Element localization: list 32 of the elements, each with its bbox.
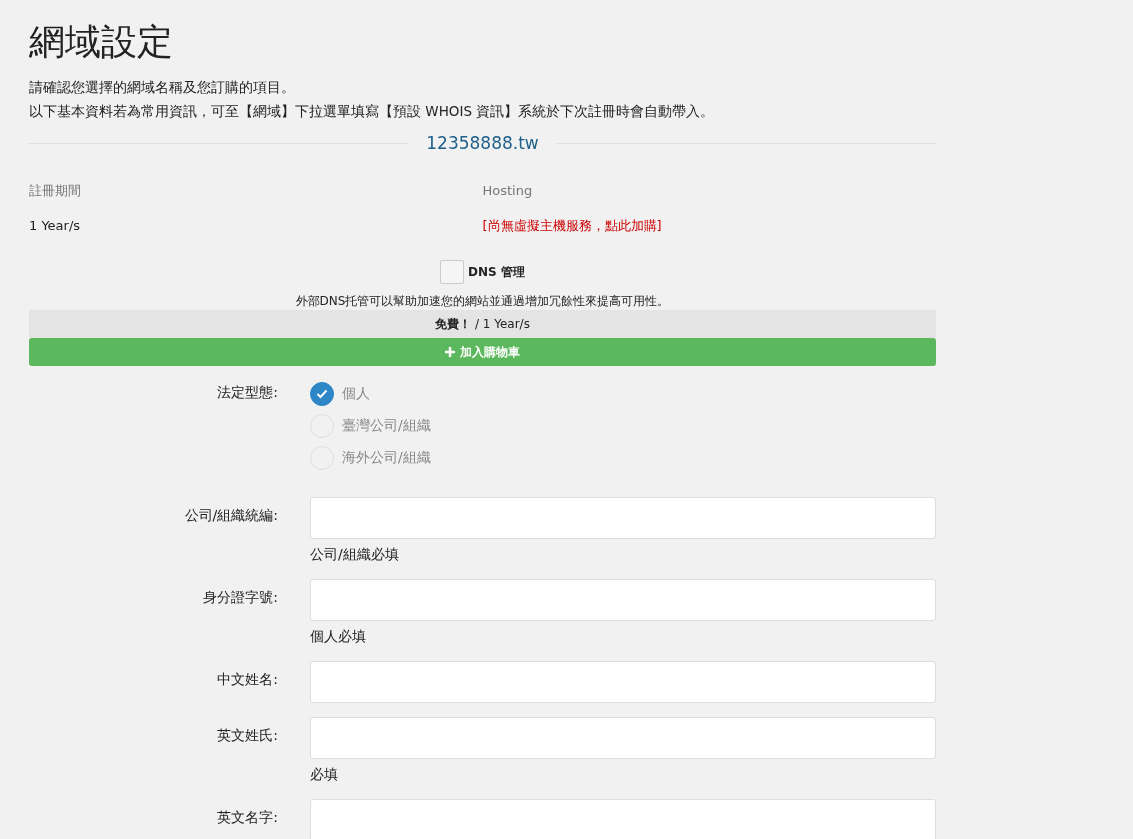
- plus-icon: [445, 347, 456, 358]
- field-label: 公司/組織統編:: [183, 505, 279, 525]
- field-hint: 個人必填: [310, 626, 367, 646]
- page-title: 網域設定: [29, 20, 174, 64]
- intro-text: 請確認您選擇的網域名稱及您訂購的項目。: [29, 78, 296, 98]
- field-hint: 必填: [310, 764, 339, 784]
- text-field[interactable]: [310, 578, 936, 621]
- dns-description: 外部DNS托管可以幫助加速您的網站並通過增加冗餘性來提高可用性。: [294, 292, 671, 310]
- field-hint: 公司/組織必填: [310, 544, 400, 564]
- text-field[interactable]: [310, 798, 936, 839]
- text-field[interactable]: [310, 660, 936, 703]
- radio-option[interactable]: 海外公司/組織: [310, 445, 936, 470]
- hosting-label: Hosting: [482, 181, 534, 200]
- dns-checkbox[interactable]: [440, 259, 465, 284]
- text-field[interactable]: [310, 716, 936, 759]
- add-to-cart-button[interactable]: 加入購物車: [29, 337, 936, 366]
- radio-option[interactable]: 個人: [310, 381, 936, 406]
- radio-option[interactable]: 臺灣公司/組織: [310, 413, 936, 438]
- field-label: 身分證字號:: [202, 587, 279, 607]
- hosting-link[interactable]: [尚無虛擬主機服務，點此加購]: [482, 218, 662, 234]
- field-label: 英文名字:: [216, 807, 279, 827]
- domain-name: 12358888.tw: [425, 132, 540, 156]
- period-value: 1 Year/s: [29, 217, 82, 236]
- price-bar: 免費！ / 1 Year/s: [29, 309, 936, 338]
- dns-label: DNS 管理: [468, 263, 525, 281]
- field-label: 中文姓名:: [216, 669, 279, 689]
- field-label: 法定型態:: [216, 382, 279, 402]
- text-field[interactable]: [310, 496, 936, 539]
- intro-text: 以下基本資料若為常用資訊，可至【網域】下拉選單填寫【預設 WHOIS 資訊】系統於下次註冊時會自動帶入。: [29, 102, 716, 122]
- period-label: 註冊期間: [29, 181, 82, 200]
- field-label: 英文姓氏:: [216, 725, 279, 745]
- check-icon: [316, 388, 328, 399]
